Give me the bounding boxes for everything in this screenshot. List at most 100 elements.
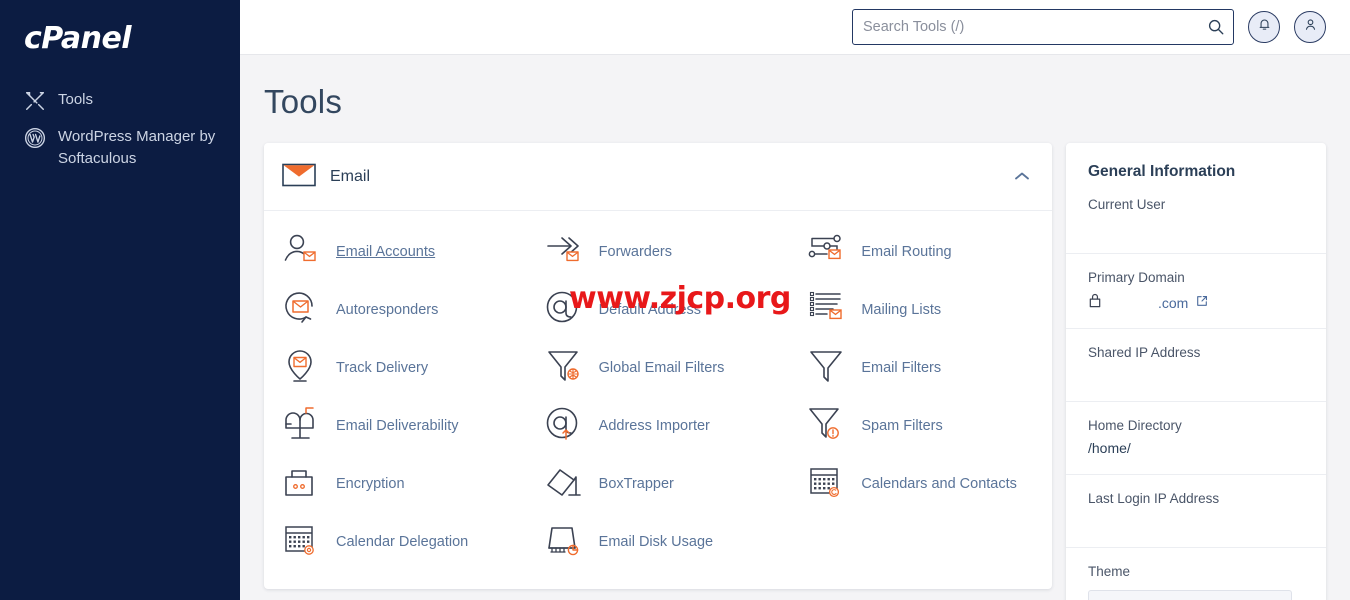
lock-icon	[1088, 293, 1102, 313]
tool-track-delivery[interactable]: Track Delivery	[264, 339, 527, 397]
spam-filters-icon	[807, 406, 849, 446]
home-directory-label: Home Directory	[1088, 418, 1182, 433]
current-user-value	[1088, 215, 1304, 239]
tool-boxtrapper-label: BoxTrapper	[598, 476, 674, 492]
home-directory-value: /home/	[1088, 440, 1131, 456]
tool-calendars-and-contacts[interactable]: Calendars and Contacts	[789, 455, 1052, 513]
sidebar-item-tools[interactable]: Tools	[0, 82, 240, 119]
tool-boxtrapper[interactable]: BoxTrapper	[527, 455, 790, 513]
content-columns: Email Email Accounts Forwarders Email Ro…	[240, 121, 1350, 600]
theme-select-container: jupiter	[1088, 590, 1304, 600]
current-user-row: Current User	[1066, 181, 1326, 254]
last-login-ip-row: Last Login IP Address	[1066, 475, 1326, 548]
external-link-icon[interactable]	[1196, 294, 1208, 312]
last-login-ip-value	[1088, 509, 1304, 533]
tool-track-delivery-label: Track Delivery	[336, 360, 429, 376]
wordpress-icon	[24, 127, 46, 149]
chevron-up-icon[interactable]	[1014, 168, 1030, 186]
mailing-lists-icon	[807, 290, 849, 330]
tool-spam-filters[interactable]: Spam Filters	[789, 397, 1052, 455]
shared-ip-row: Shared IP Address	[1066, 329, 1326, 402]
email-accounts-icon	[282, 232, 324, 272]
tool-email-accounts-label: Email Accounts	[336, 244, 436, 260]
primary-domain-link[interactable]: .com	[1158, 295, 1188, 311]
user-icon	[1303, 17, 1318, 37]
theme-select[interactable]: jupiter	[1088, 590, 1292, 600]
tool-address-importer-label: Address Importer	[598, 418, 710, 434]
email-tools-grid: Email Accounts Forwarders Email Routing …	[264, 211, 1052, 589]
tool-encryption-label: Encryption	[336, 476, 405, 492]
tool-email-accounts[interactable]: Email Accounts	[264, 223, 527, 281]
email-section-header[interactable]: Email	[264, 143, 1052, 211]
page-title: Tools	[264, 83, 343, 120]
tool-email-filters[interactable]: Email Filters	[789, 339, 1052, 397]
tool-mailing-lists[interactable]: Mailing Lists	[789, 281, 1052, 339]
tool-email-disk-usage[interactable]: Email Disk Usage	[527, 513, 790, 571]
account-button[interactable]	[1294, 11, 1326, 43]
tool-email-deliverability-label: Email Deliverability	[336, 418, 459, 434]
primary-domain-label: Primary Domain	[1088, 270, 1185, 285]
search-container	[852, 9, 1234, 45]
last-login-ip-label: Last Login IP Address	[1088, 491, 1220, 506]
tool-spam-filters-label: Spam Filters	[861, 418, 943, 434]
global-email-filters-icon	[545, 348, 587, 388]
sidebar-item-wordpress-manager-label: WordPress Manager by Softaculous	[58, 128, 216, 167]
shared-ip-label: Shared IP Address	[1088, 345, 1201, 360]
tool-global-email-filters[interactable]: Global Email Filters	[527, 339, 790, 397]
primary-domain-row: Primary Domain .com	[1066, 254, 1326, 329]
search-input[interactable]	[852, 9, 1234, 45]
home-directory-row: Home Directory /home/	[1066, 402, 1326, 475]
tool-default-address[interactable]: Default Address	[527, 281, 790, 339]
tool-email-deliverability[interactable]: Email Deliverability	[264, 397, 527, 455]
theme-label: Theme	[1088, 564, 1131, 579]
content-area: Tools Email Email Accounts Forwarders Em…	[240, 55, 1350, 600]
theme-row: Theme jupiter	[1066, 548, 1326, 600]
topbar	[240, 0, 1350, 55]
encryption-icon	[282, 464, 324, 504]
sidebar-nav: Tools WordPress Manager by Softaculous	[0, 82, 240, 177]
tool-forwarders-label: Forwarders	[598, 244, 672, 260]
calendar-delegation-icon	[282, 522, 324, 562]
default-address-icon	[545, 290, 587, 330]
forwarders-icon	[545, 232, 587, 272]
tool-email-routing[interactable]: Email Routing	[789, 223, 1052, 281]
email-disk-usage-icon	[545, 522, 587, 562]
tool-calendar-delegation-label: Calendar Delegation	[336, 534, 469, 550]
sidebar: cPanel Tools WordPress Manager by Softac…	[0, 0, 240, 600]
notifications-button[interactable]	[1248, 11, 1280, 43]
tool-calendars-and-contacts-label: Calendars and Contacts	[861, 476, 1017, 492]
calendars-contacts-icon	[807, 464, 849, 504]
general-information-title: General Information	[1088, 163, 1236, 180]
email-deliverability-icon	[282, 406, 324, 446]
sidebar-item-wordpress-manager[interactable]: WordPress Manager by Softaculous	[0, 119, 240, 177]
autoresponders-icon	[282, 290, 324, 330]
current-user-label: Current User	[1088, 197, 1166, 212]
tool-email-filters-label: Email Filters	[861, 360, 942, 376]
tools-column: Email Email Accounts Forwarders Email Ro…	[264, 143, 1052, 600]
shared-ip-value	[1088, 363, 1304, 387]
primary-domain-value-line: .com	[1088, 292, 1304, 314]
tools-icon	[24, 90, 46, 112]
tool-email-disk-usage-label: Email Disk Usage	[598, 534, 714, 550]
tool-email-routing-label: Email Routing	[861, 244, 952, 260]
main-area: Tools Email	[240, 0, 1350, 600]
email-section-title: Email	[330, 167, 371, 185]
tool-forwarders[interactable]: Forwarders	[527, 223, 790, 281]
tool-autoresponders[interactable]: Autoresponders	[264, 281, 527, 339]
track-delivery-icon	[282, 348, 324, 388]
tool-global-email-filters-label: Global Email Filters	[598, 360, 725, 376]
tool-mailing-lists-label: Mailing Lists	[861, 302, 942, 318]
envelope-icon	[282, 162, 316, 192]
tool-autoresponders-label: Autoresponders	[336, 302, 439, 318]
general-information-column: General Information Current User Primary…	[1066, 143, 1326, 600]
general-information-card: General Information Current User Primary…	[1066, 143, 1326, 600]
email-filters-icon	[807, 348, 849, 388]
email-routing-icon	[807, 232, 849, 272]
address-importer-icon	[545, 406, 587, 446]
tool-calendar-delegation[interactable]: Calendar Delegation	[264, 513, 527, 571]
cpanel-app: cPanel Tools WordPress Manager by Softac…	[0, 0, 1350, 600]
tool-address-importer[interactable]: Address Importer	[527, 397, 790, 455]
tool-encryption[interactable]: Encryption	[264, 455, 527, 513]
cpanel-logo: cPanel	[24, 21, 132, 56]
bell-icon	[1257, 17, 1272, 37]
